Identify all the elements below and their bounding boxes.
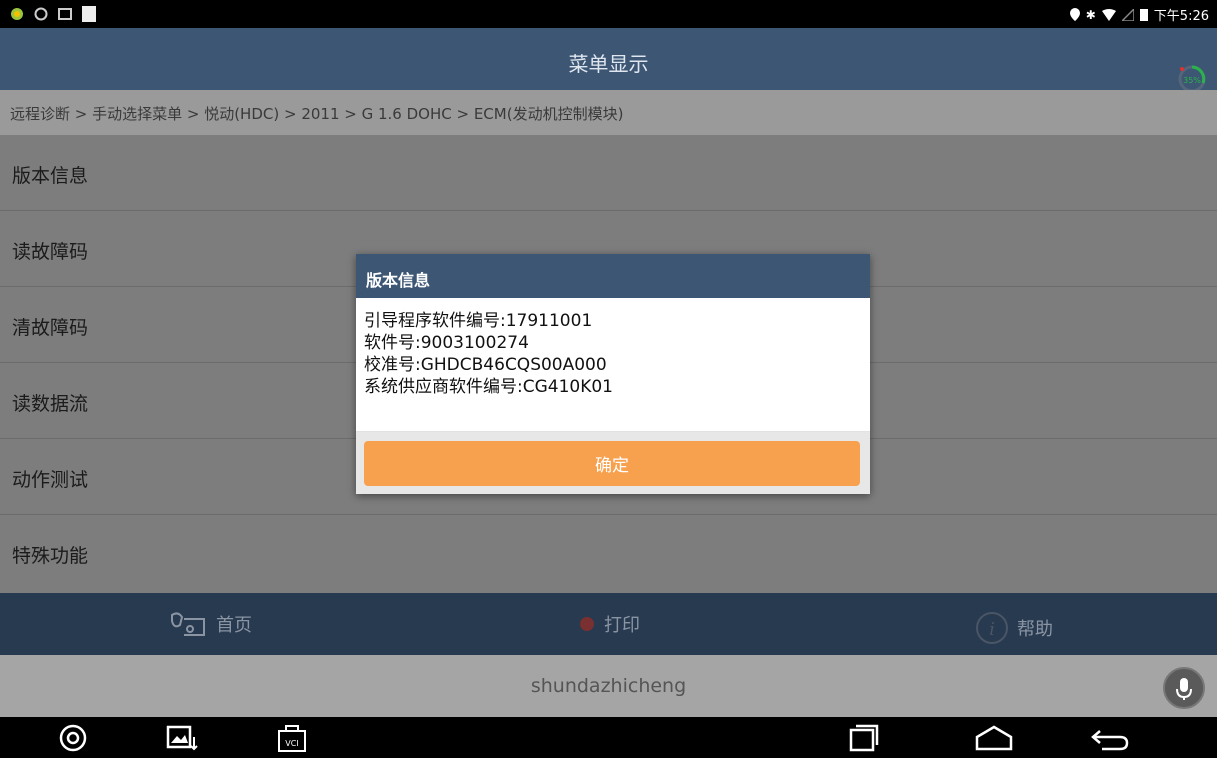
chrome-app-icon[interactable] (57, 723, 89, 753)
signal-icon (1121, 8, 1134, 21)
help-button[interactable]: i 帮助 (975, 611, 1053, 645)
blank-notification-icon (82, 6, 96, 22)
location-icon (1069, 8, 1080, 21)
wifi-icon (1101, 8, 1116, 21)
vci-icon[interactable]: VCI (276, 723, 308, 753)
settings-notification-icon (34, 7, 48, 21)
dialog-title: 版本信息 (366, 271, 431, 290)
dialog-footer: 确定 (356, 432, 870, 494)
menu-item-label: 读故障码 (12, 241, 89, 263)
menu-item-label: 动作测试 (12, 469, 89, 491)
dialog-header: 版本信息 (356, 254, 870, 298)
microphone-button[interactable] (1163, 667, 1205, 709)
home-nav-icon[interactable] (974, 723, 1014, 753)
menu-item-label: 清故障码 (12, 317, 89, 339)
clock: 下午5:26 (1153, 9, 1209, 24)
system-nav-bar: VCI (0, 717, 1217, 758)
software-number: 软件号:9003100274 (364, 333, 529, 353)
menu-item-special-functions[interactable]: 特殊功能 (0, 515, 1217, 590)
footer-bar: shundazhicheng (0, 655, 1217, 717)
breadcrumb: 远程诊断 > 手动选择菜单 > 悦动(HDC) > 2011 > G 1.6 D… (0, 90, 1217, 135)
help-label: 帮助 (1017, 619, 1053, 640)
boot-software-number: 引导程序软件编号:17911001 (364, 311, 593, 331)
help-info-icon: i (976, 612, 1008, 644)
progress-label: 35% (1183, 76, 1201, 85)
home-label: 首页 (216, 615, 252, 636)
menu-item-label: 版本信息 (12, 165, 89, 187)
battery-icon (1139, 9, 1148, 21)
menu-item-label: 特殊功能 (12, 545, 89, 567)
svg-text:i: i (989, 619, 995, 640)
footer-text: shundazhicheng (530, 675, 687, 697)
bluetooth-icon: ✱ (1085, 7, 1096, 22)
print-label: 打印 (604, 615, 640, 636)
version-info-dialog: 版本信息 引导程序软件编号:17911001 软件号:9003100274 校准… (356, 254, 870, 494)
app-notification-icon (11, 8, 23, 20)
menu-item-version-info[interactable]: 版本信息 (0, 135, 1217, 211)
back-icon[interactable] (1090, 723, 1130, 753)
home-car-icon (171, 612, 205, 636)
supplier-software-number: 系统供应商软件编号:CG410K01 (364, 377, 613, 397)
gallery-download-icon[interactable] (166, 723, 198, 753)
microphone-icon (1176, 678, 1192, 700)
bottom-toolbar: 首页 打印 i 帮助 (0, 593, 1217, 655)
print-button[interactable]: 打印 (578, 611, 640, 637)
page-title: 菜单显示 (568, 52, 649, 76)
dialog-body: 引导程序软件编号:17911001 软件号:9003100274 校准号:GHD… (364, 310, 613, 398)
vci-label: VCI (285, 739, 298, 748)
home-button[interactable]: 首页 (168, 611, 252, 637)
print-icon (580, 617, 594, 631)
calibration-number: 校准号:GHDCB46CQS00A000 (364, 355, 607, 375)
status-bar: ✱ 下午5:26 (0, 0, 1217, 28)
menu-item-label: 读数据流 (12, 393, 89, 415)
screenshot-notification-icon (58, 8, 72, 20)
ok-button[interactable]: 确定 (364, 441, 860, 486)
status-indicators: ✱ 下午5:26 (1069, 5, 1209, 24)
recent-apps-icon[interactable] (848, 723, 880, 753)
title-bar: 菜单显示 35% (0, 28, 1217, 93)
breadcrumb-text: 远程诊断 > 手动选择菜单 > 悦动(HDC) > 2011 > G 1.6 D… (10, 105, 624, 123)
